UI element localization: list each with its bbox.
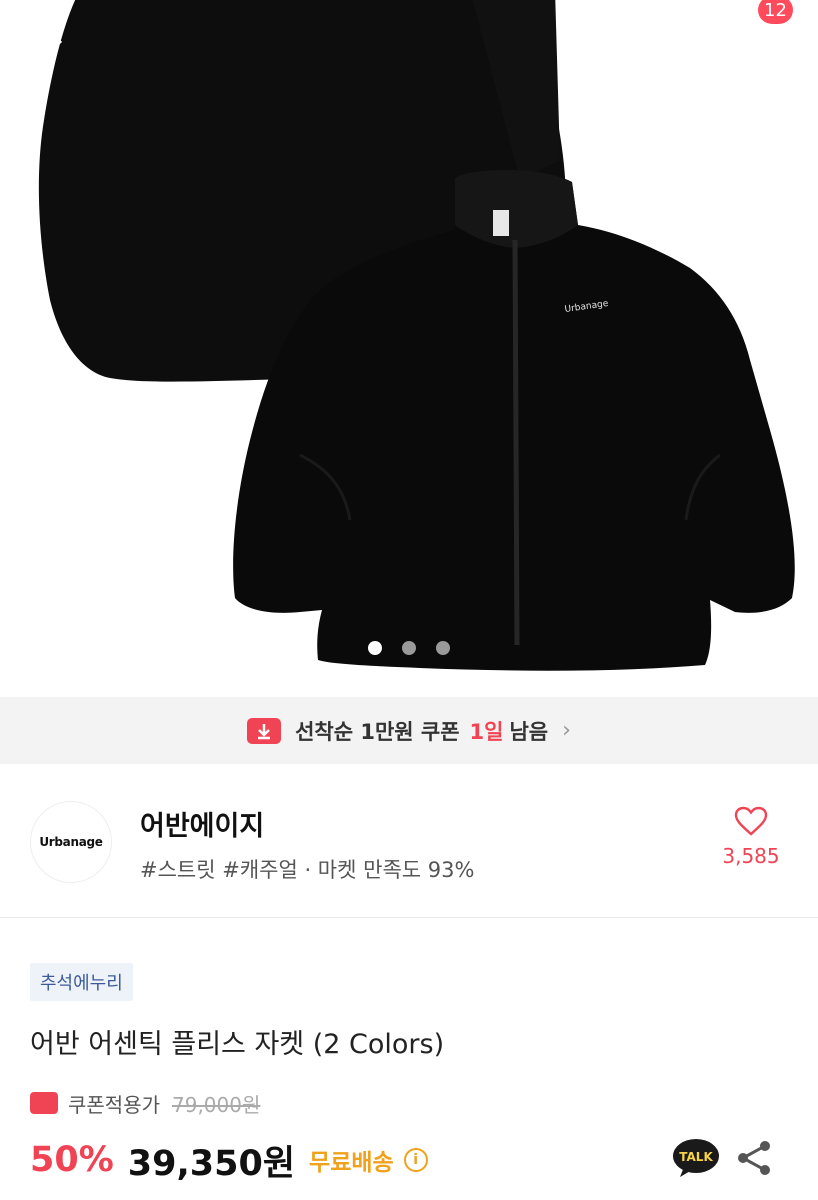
coupon-download-icon	[247, 717, 282, 744]
carousel-dot-3[interactable]	[436, 641, 450, 655]
coupon-banner[interactable]: 선착순 1만원 쿠폰 1일 남음 ›	[0, 697, 818, 764]
product-title: 어반 어센틱 플리스 자켓 (2 Colors)	[30, 1029, 445, 1060]
product-image-carousel[interactable]: Urbanage	[0, 0, 818, 697]
info-icon[interactable]: i	[403, 1148, 428, 1172]
carousel-dot-1[interactable]	[368, 641, 382, 655]
coupon-price-row: 쿠폰적용가 79,000원	[30, 1088, 260, 1118]
share-icon	[738, 1141, 770, 1175]
coupon-price-label: 쿠폰적용가	[68, 1092, 160, 1117]
brand-tags: #스트릿 #캐주얼 · 마켓 만족도 93%	[140, 858, 475, 882]
free-shipping-label: 무료배송	[309, 1150, 394, 1176]
coupon-banner-remaining: 1일	[469, 719, 504, 744]
price-row: 50% 39,350원 무료배송 i	[30, 1138, 428, 1184]
kakao-talk-button[interactable]: TALK	[672, 1137, 720, 1179]
carousel-dot-2[interactable]	[402, 641, 416, 655]
product-image: Urbanage	[38, 0, 795, 671]
talk-label: TALK	[679, 1150, 713, 1164]
brand-like-button[interactable]: 3,585	[706, 806, 796, 868]
brand-name[interactable]: 어반에이지	[140, 804, 264, 843]
coupon-icon	[30, 1092, 58, 1114]
brand-logo[interactable]: Urbanage	[30, 801, 112, 883]
sale-price: 39,350원	[127, 1143, 296, 1184]
top-navigation-bar: 12	[0, 0, 818, 60]
carousel-indicator	[0, 641, 818, 655]
chevron-left-icon	[40, 3, 63, 45]
cart-count-badge: 12	[758, 0, 793, 24]
original-price: 79,000원	[172, 1092, 261, 1117]
search-button[interactable]	[646, 0, 702, 48]
back-button[interactable]	[24, 0, 80, 48]
brand-section: Urbanage 어반에이지 #스트릿 #캐주얼 · 마켓 만족도 93% 3,…	[0, 764, 818, 918]
like-count: 3,585	[722, 844, 780, 868]
coupon-banner-suffix: 남음	[509, 719, 549, 744]
home-button[interactable]	[562, 0, 618, 48]
home-icon	[570, 5, 610, 43]
search-icon	[657, 6, 693, 42]
heart-icon	[734, 806, 768, 836]
event-badge: 추석에누리	[30, 963, 133, 1001]
discount-rate: 50%	[30, 1140, 114, 1180]
kakao-talk-icon: TALK	[673, 1139, 719, 1177]
share-button[interactable]	[734, 1138, 774, 1178]
coupon-banner-label: 선착순 1만원 쿠폰	[295, 719, 460, 744]
chevron-right-icon: ›	[562, 718, 571, 743]
